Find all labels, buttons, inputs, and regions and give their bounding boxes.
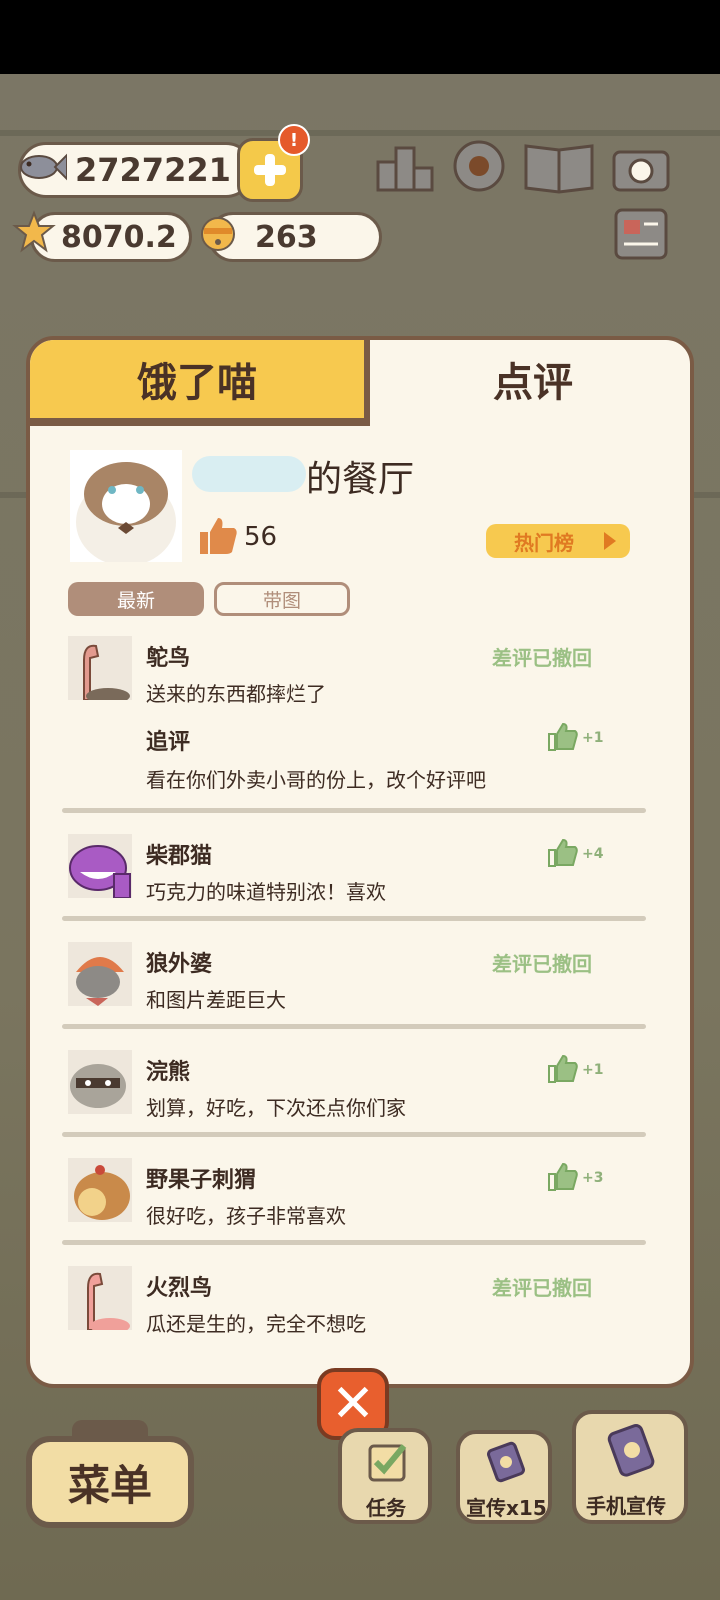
leaderboard-icon[interactable] bbox=[374, 136, 436, 196]
bell-count: 263 bbox=[255, 220, 318, 255]
thumbs-up-icon[interactable] bbox=[548, 722, 578, 752]
filter-with-image[interactable]: 带图 bbox=[214, 582, 350, 616]
reviewer-name: 野果子刺猬 bbox=[146, 1168, 257, 1193]
followup-label: 追评 bbox=[146, 730, 191, 755]
raccoon-avatar bbox=[68, 1050, 132, 1114]
star-icon bbox=[12, 210, 56, 253]
wolf-grandma-avatar bbox=[68, 942, 132, 1006]
plus-icon bbox=[254, 154, 286, 186]
followup-text: 看在你们外卖小哥的份上，改个好评吧 bbox=[146, 768, 486, 792]
alert-badge: ! bbox=[278, 124, 310, 156]
thumbs-up-icon[interactable] bbox=[548, 1162, 578, 1192]
revoked-status: 差评已撤回 bbox=[492, 952, 592, 976]
thumbs-up-icon[interactable] bbox=[548, 838, 578, 868]
like-count: +1 bbox=[582, 1062, 604, 1078]
task-button[interactable]: 任务 bbox=[338, 1428, 432, 1524]
review-panel: 饿了喵 点评 的餐厅 56 热门榜 最新 带图 鸵鸟 差评已撤回 送来的东西都摔… bbox=[26, 336, 694, 1388]
divider bbox=[62, 808, 646, 813]
tab-hungry-meow[interactable]: 饿了喵 bbox=[30, 340, 370, 426]
checklist-icon bbox=[368, 1444, 407, 1482]
reviewer-name: 火烈鸟 bbox=[146, 1276, 213, 1301]
hedgehog-avatar bbox=[68, 1158, 132, 1222]
divider bbox=[62, 916, 646, 921]
promo-button[interactable]: 宣传x15 bbox=[456, 1430, 552, 1524]
like-count: +1 bbox=[582, 730, 604, 746]
wall-beam bbox=[0, 130, 720, 136]
thumbs-up-icon bbox=[200, 518, 237, 554]
like-count: +3 bbox=[582, 1170, 604, 1186]
revoked-status: 差评已撤回 bbox=[492, 1276, 592, 1300]
camera-icon[interactable] bbox=[610, 136, 672, 196]
thumbs-up-icon[interactable] bbox=[548, 1054, 578, 1084]
flamingo-avatar bbox=[68, 1266, 132, 1330]
phone-promo-button[interactable]: 手机宣传 bbox=[572, 1410, 688, 1524]
phone-promo-label: 手机宣传 bbox=[586, 1494, 666, 1518]
review-text: 划算，好吃，下次还点你们家 bbox=[146, 1096, 406, 1120]
filter-latest[interactable]: 最新 bbox=[68, 582, 204, 616]
fish-count: 2727221 bbox=[75, 151, 231, 189]
menu-button[interactable]: 菜单 bbox=[26, 1436, 194, 1528]
restaurant-cat-avatar bbox=[70, 450, 182, 562]
reviewer-name: 柴郡猫 bbox=[146, 844, 213, 869]
settings-gear-icon[interactable] bbox=[448, 136, 510, 196]
hot-ranking-label: 热门榜 bbox=[514, 530, 574, 555]
revoked-status: 差评已撤回 bbox=[492, 646, 592, 670]
divider bbox=[62, 1024, 646, 1029]
reviewer-name: 鸵鸟 bbox=[146, 646, 191, 671]
hot-ranking-button[interactable]: 热门榜 bbox=[486, 524, 630, 558]
close-icon: ✕ bbox=[331, 1374, 375, 1434]
task-label: 任务 bbox=[366, 1496, 406, 1520]
recipe-book-icon[interactable] bbox=[522, 136, 596, 196]
ostrich-avatar bbox=[68, 636, 132, 700]
divider bbox=[62, 1132, 646, 1137]
blurred-owner-name bbox=[192, 456, 306, 492]
triangle-right-icon bbox=[604, 532, 616, 550]
bell-icon bbox=[201, 217, 235, 251]
review-text: 很好吃，孩子非常喜欢 bbox=[146, 1204, 346, 1228]
like-count: 56 bbox=[244, 522, 278, 552]
flyer-icon bbox=[486, 1441, 526, 1483]
review-text: 瓜还是生的，完全不想吃 bbox=[146, 1312, 366, 1336]
star-value: 8070.2 bbox=[61, 220, 177, 255]
reviewer-name: 狼外婆 bbox=[146, 952, 213, 977]
restaurant-title: 的餐厅 bbox=[306, 459, 415, 500]
like-count: +4 bbox=[582, 846, 604, 862]
promo-label: 宣传x15 bbox=[466, 1496, 547, 1520]
fish-currency: 2727221 bbox=[18, 142, 254, 198]
review-text: 送来的东西都摔烂了 bbox=[146, 682, 326, 706]
reviewer-name: 浣熊 bbox=[146, 1060, 191, 1085]
divider bbox=[62, 1240, 646, 1245]
fish-icon bbox=[20, 153, 67, 181]
review-text: 和图片差距巨大 bbox=[146, 988, 286, 1012]
newspaper-icon[interactable] bbox=[610, 204, 672, 264]
review-text: 巧克力的味道特别浓！喜欢 bbox=[146, 880, 386, 904]
phone-icon bbox=[607, 1424, 655, 1477]
cheshire-cat-avatar bbox=[68, 834, 132, 898]
tab-reviews[interactable]: 点评 bbox=[370, 340, 690, 418]
